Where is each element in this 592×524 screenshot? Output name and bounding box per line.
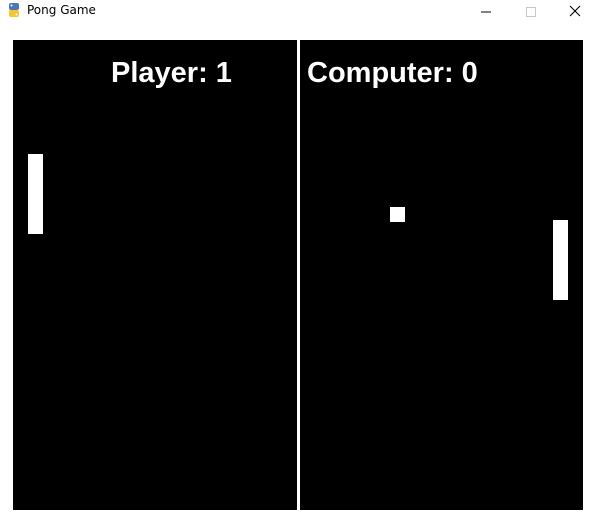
computer-paddle — [553, 220, 568, 300]
window-title: Pong Game — [27, 3, 96, 17]
minimize-icon — [481, 2, 491, 21]
maximize-button[interactable] — [508, 0, 554, 22]
game-canvas[interactable]: Player: 1 Computer: 0 — [13, 40, 583, 510]
close-icon — [569, 2, 581, 21]
ball — [390, 207, 405, 222]
title-bar[interactable]: Pong Game — [0, 0, 592, 22]
minimize-button[interactable] — [463, 0, 509, 22]
close-button[interactable] — [552, 0, 592, 22]
center-net-line — [297, 40, 300, 510]
pong-window: Pong Game Player: 1 Computer: 0 — [0, 0, 592, 524]
player-paddle — [28, 154, 43, 234]
player-score: Player: 1 — [111, 57, 232, 89]
python-icon — [6, 2, 22, 18]
computer-score: Computer: 0 — [307, 57, 478, 89]
maximize-icon — [526, 2, 536, 21]
